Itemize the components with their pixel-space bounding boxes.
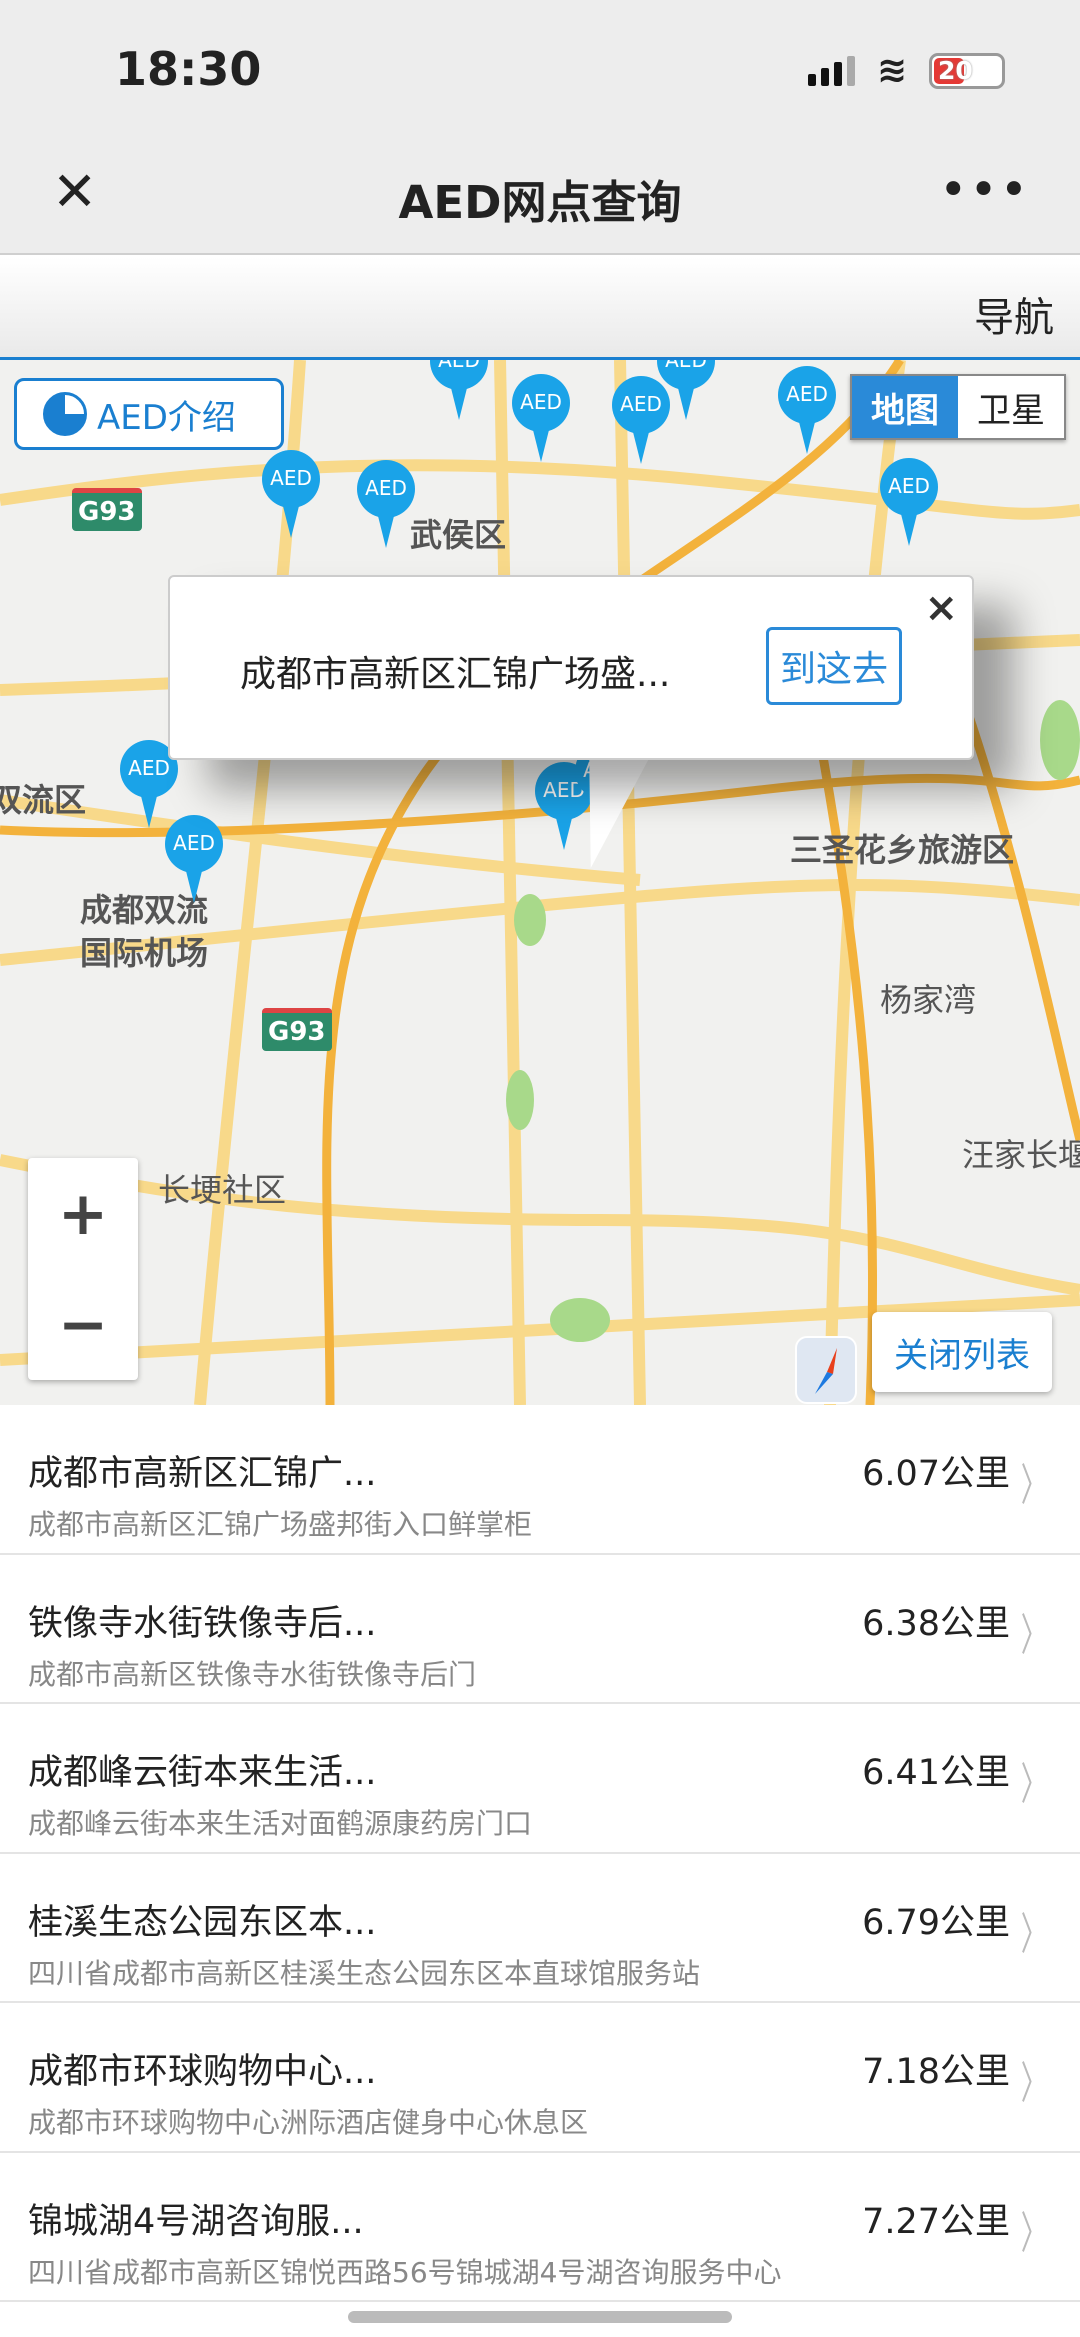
map-label: 武侯区 — [410, 516, 507, 554]
map-type-map[interactable]: 地图 — [852, 376, 958, 438]
chevron-right-icon: 〉 — [1020, 1460, 1048, 1511]
signal-icon — [807, 55, 855, 86]
list-item[interactable]: 锦城湖4号湖咨询服... 四川省成都市高新区锦悦西路56号锦城湖4号湖咨询服务中心… — [0, 2153, 1080, 2302]
aed-pin[interactable]: AED — [430, 360, 488, 422]
map-view[interactable]: 武侯区 双流区 成都双流 国际机场 三圣花乡旅游区 杨家湾 汪家长堰 长埂社区 … — [0, 360, 1080, 1405]
aed-intro-label: AED介绍 — [97, 397, 236, 438]
zoom-out-button[interactable]: − — [28, 1269, 138, 1380]
popup-text: 成都市高新区汇锦广场盛... — [240, 654, 671, 695]
highway-shield: G93 — [72, 488, 142, 531]
map-label: 汪家长堰 — [962, 1136, 1080, 1174]
battery-icon: 20 — [929, 52, 1005, 89]
wifi-icon: ≋ — [876, 50, 907, 91]
nav-bar: 导航 — [0, 257, 1080, 360]
list-item[interactable]: 桂溪生态公园东区本... 四川省成都市高新区桂溪生态公园东区本直球馆服务站 6.79… — [0, 1854, 1080, 2003]
map-label: 国际机场 — [80, 934, 209, 972]
list-item[interactable]: 成都市环球购物中心... 成都市环球购物中心洲际酒店健身中心休息区 7.18公里〉 — [0, 2003, 1080, 2153]
home-indicator[interactable] — [348, 2311, 732, 2323]
aed-pin[interactable]: AED — [165, 815, 223, 905]
aed-pin[interactable]: AED — [657, 360, 715, 422]
zoom-in-button[interactable]: + — [28, 1158, 138, 1269]
list-item[interactable]: 铁像寺水街铁像寺后... 成都市高新区铁像寺水街铁像寺后门 6.38公里〉 — [0, 1555, 1080, 1704]
pie-chart-icon — [43, 392, 87, 436]
compass-icon[interactable] — [795, 1336, 857, 1404]
title-bar: ✕ AED网点查询 ••• — [0, 130, 1080, 255]
more-icon[interactable]: ••• — [939, 162, 1030, 218]
list-item[interactable]: 成都市高新区汇锦广... 成都市高新区汇锦广场盛邦街入口鲜掌柜 6.07公里〉 — [0, 1405, 1080, 1555]
battery-level: 20 — [938, 55, 973, 85]
navigate-button[interactable]: 导航 — [974, 285, 1054, 343]
status-bar: 18:30 ≋ 20 — [0, 0, 1080, 140]
map-label: 长埂社区 — [158, 1171, 287, 1209]
status-time: 18:30 — [115, 42, 262, 96]
chevron-right-icon: 〉 — [1020, 1908, 1048, 1960]
zoom-control: + − — [28, 1158, 138, 1380]
chevron-right-icon: 〉 — [1020, 1609, 1048, 1661]
aed-pin[interactable]: AED — [880, 458, 938, 548]
popup-close-icon[interactable]: × — [924, 585, 958, 631]
page-title: AED网点查询 — [398, 176, 682, 229]
highway-shield: G93 — [262, 1008, 332, 1051]
go-here-button[interactable]: 到这去 — [766, 627, 902, 705]
list-item[interactable]: 成都峰云街本来生活... 成都峰云街本来生活对面鹤源康药房门口 6.41公里〉 — [0, 1704, 1080, 1854]
aed-pin[interactable]: AED — [262, 450, 320, 540]
aed-pin[interactable]: AED — [512, 374, 570, 464]
aed-pin[interactable]: AED — [357, 460, 415, 550]
chevron-right-icon: 〉 — [1020, 2207, 1048, 2259]
chevron-right-icon: 〉 — [1020, 2058, 1048, 2109]
close-list-button[interactable]: 关闭列表 — [872, 1312, 1052, 1392]
map-label: 双流区 — [0, 781, 87, 819]
map-type-satellite[interactable]: 卫星 — [958, 376, 1064, 438]
aed-intro-button[interactable]: AED介绍 — [14, 378, 284, 450]
map-type-toggle: 地图 卫星 — [850, 374, 1066, 440]
map-label: 三圣花乡旅游区 — [790, 831, 1015, 869]
info-popup: 成都市高新区汇锦广场盛... 到这去 × — [168, 575, 974, 760]
chevron-right-icon: 〉 — [1020, 1759, 1048, 1810]
map-label: 杨家湾 — [880, 981, 977, 1019]
aed-pin[interactable]: AED — [778, 366, 836, 456]
aed-list: 成都市高新区汇锦广... 成都市高新区汇锦广场盛邦街入口鲜掌柜 6.07公里〉 铁像… — [0, 1405, 1080, 2302]
